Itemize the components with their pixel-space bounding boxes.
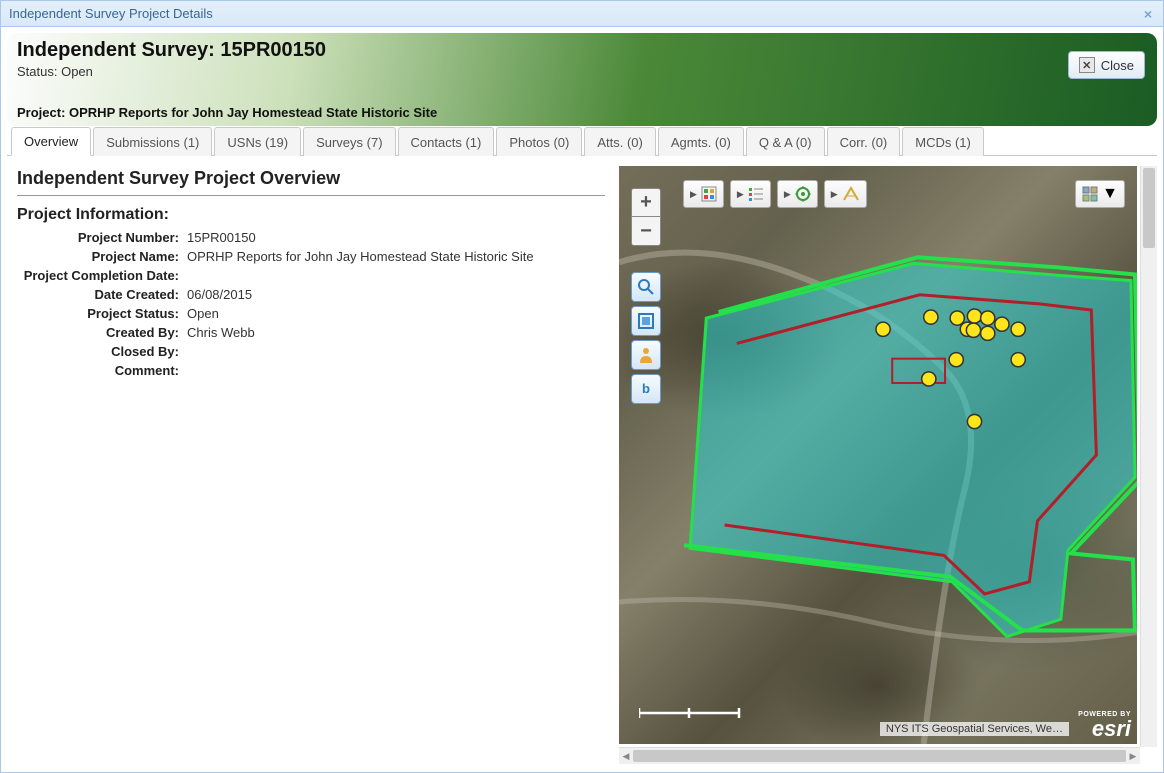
person-icon — [637, 346, 655, 364]
measure-dropdown[interactable]: ▶ — [824, 180, 867, 208]
info-row: Created By:Chris Webb — [17, 325, 605, 340]
info-row: Comment: — [17, 363, 605, 378]
overview-pane: Independent Survey Project Overview Proj… — [7, 166, 615, 764]
info-label: Project Status: — [17, 306, 187, 321]
target-icon — [795, 186, 811, 202]
info-value: 06/08/2015 — [187, 287, 252, 302]
tab-atts-0[interactable]: Atts. (0) — [584, 127, 656, 156]
info-value: Open — [187, 306, 219, 321]
info-row: Project Number:15PR00150 — [17, 230, 605, 245]
map-terrain — [619, 166, 1137, 744]
map-attribution: NYS ITS Geospatial Services, We… — [880, 722, 1069, 736]
zoom-control: + − — [631, 188, 661, 246]
map-pane: + − b — [615, 166, 1157, 764]
zoom-to-extent-tool[interactable] — [631, 272, 661, 302]
survey-id: 15PR00150 — [220, 39, 326, 61]
info-label: Project Number: — [17, 230, 187, 245]
project-line: Project: OPRHP Reports for John Jay Home… — [17, 105, 437, 120]
close-icon: ✕ — [1079, 57, 1095, 73]
project-label: Project: — [17, 105, 69, 120]
tab-surveys-7[interactable]: Surveys (7) — [303, 127, 395, 156]
tab-corr-0[interactable]: Corr. (0) — [827, 127, 901, 156]
tab-mcds-1[interactable]: MCDs (1) — [902, 127, 984, 156]
header-band: Independent Survey: 15PR00150 Status: Op… — [7, 33, 1157, 126]
map-top-tools: ▶ ▶ ▶ ▶ — [683, 180, 867, 208]
legend-dropdown[interactable]: ▶ — [730, 180, 771, 208]
extent-icon — [637, 312, 655, 330]
chevron-right-icon: ▶ — [690, 189, 697, 200]
info-row: Project Completion Date: — [17, 268, 605, 283]
info-row: Project Status:Open — [17, 306, 605, 321]
info-row: Project Name:OPRHP Reports for John Jay … — [17, 249, 605, 264]
project-info-heading: Project Information: — [17, 206, 605, 224]
bing-icon: b — [637, 380, 655, 398]
window-close-icon[interactable]: × — [1141, 7, 1155, 21]
titlebar: Independent Survey Project Details × — [1, 1, 1163, 27]
status-line: Status: Open — [17, 64, 1147, 79]
window: Independent Survey Project Details × Ind… — [0, 0, 1164, 773]
chevron-right-icon: ▶ — [831, 189, 838, 200]
basemap-icon — [1082, 186, 1098, 202]
info-rows: Project Number:15PR00150Project Name:OPR… — [17, 230, 605, 378]
map-canvas[interactable]: + − b — [619, 166, 1137, 744]
tab-photos-0[interactable]: Photos (0) — [496, 127, 582, 156]
page-title: Independent Survey: 15PR00150 — [17, 39, 1147, 62]
scalebar — [639, 706, 749, 720]
project-name-header: OPRHP Reports for John Jay Homestead Sta… — [69, 105, 437, 120]
svg-text:b: b — [642, 381, 650, 396]
identify-tool[interactable] — [631, 340, 661, 370]
overview-section-title: Independent Survey Project Overview — [17, 168, 605, 196]
zoom-out-button[interactable]: − — [632, 217, 660, 245]
tab-contacts-1[interactable]: Contacts (1) — [398, 127, 495, 156]
tab-q-a-0[interactable]: Q & A (0) — [746, 127, 825, 156]
content-area: Independent Survey Project Overview Proj… — [1, 156, 1163, 770]
layers-icon — [701, 186, 717, 202]
info-value: Chris Webb — [187, 325, 255, 340]
info-value: 15PR00150 — [187, 230, 256, 245]
horizontal-scrollbar[interactable]: ◀ ▶ — [619, 747, 1140, 764]
vscroll-thumb[interactable] — [1143, 168, 1155, 248]
info-value: OPRHP Reports for John Jay Homestead Sta… — [187, 249, 534, 264]
layers-dropdown[interactable]: ▶ — [683, 180, 724, 208]
status-value: Open — [61, 64, 93, 79]
info-label: Project Completion Date: — [17, 268, 187, 283]
map-side-tools: b — [631, 272, 661, 404]
window-title: Independent Survey Project Details — [9, 6, 213, 21]
info-label: Closed By: — [17, 344, 187, 359]
tab-overview[interactable]: Overview — [11, 127, 91, 156]
chevron-right-icon: ▶ — [784, 189, 791, 200]
scroll-left-arrow[interactable]: ◀ — [619, 748, 633, 764]
basemap-dropdown[interactable]: ▼ — [1075, 180, 1125, 208]
esri-name: esri — [1078, 718, 1131, 740]
esri-logo: POWERED BY esri — [1078, 711, 1131, 740]
chevron-down-icon: ▼ — [1102, 185, 1118, 203]
zoom-in-button[interactable]: + — [632, 189, 660, 217]
status-label: Status: — [17, 64, 61, 79]
tab-usns-19[interactable]: USNs (19) — [214, 127, 301, 156]
tab-bar: OverviewSubmissions (1)USNs (19)Surveys … — [7, 126, 1157, 156]
tab-agmts-0[interactable]: Agmts. (0) — [658, 127, 744, 156]
info-label: Date Created: — [17, 287, 187, 302]
vertical-scrollbar[interactable] — [1140, 166, 1157, 747]
magnifier-icon — [637, 278, 655, 296]
title-prefix: Independent Survey: — [17, 39, 220, 61]
info-row: Date Created:06/08/2015 — [17, 287, 605, 302]
locate-dropdown[interactable]: ▶ — [777, 180, 818, 208]
tab-submissions-1[interactable]: Submissions (1) — [93, 127, 212, 156]
measure-icon — [842, 186, 860, 202]
scroll-right-arrow[interactable]: ▶ — [1126, 748, 1140, 764]
hscroll-thumb[interactable] — [633, 750, 1126, 762]
chevron-right-icon: ▶ — [737, 189, 744, 200]
close-button[interactable]: ✕ Close — [1068, 51, 1145, 79]
info-label: Comment: — [17, 363, 187, 378]
full-extent-tool[interactable] — [631, 306, 661, 336]
legend-icon — [748, 186, 764, 202]
info-row: Closed By: — [17, 344, 605, 359]
info-label: Created By: — [17, 325, 187, 340]
bing-tool[interactable]: b — [631, 374, 661, 404]
close-button-label: Close — [1101, 58, 1134, 73]
info-label: Project Name: — [17, 249, 187, 264]
